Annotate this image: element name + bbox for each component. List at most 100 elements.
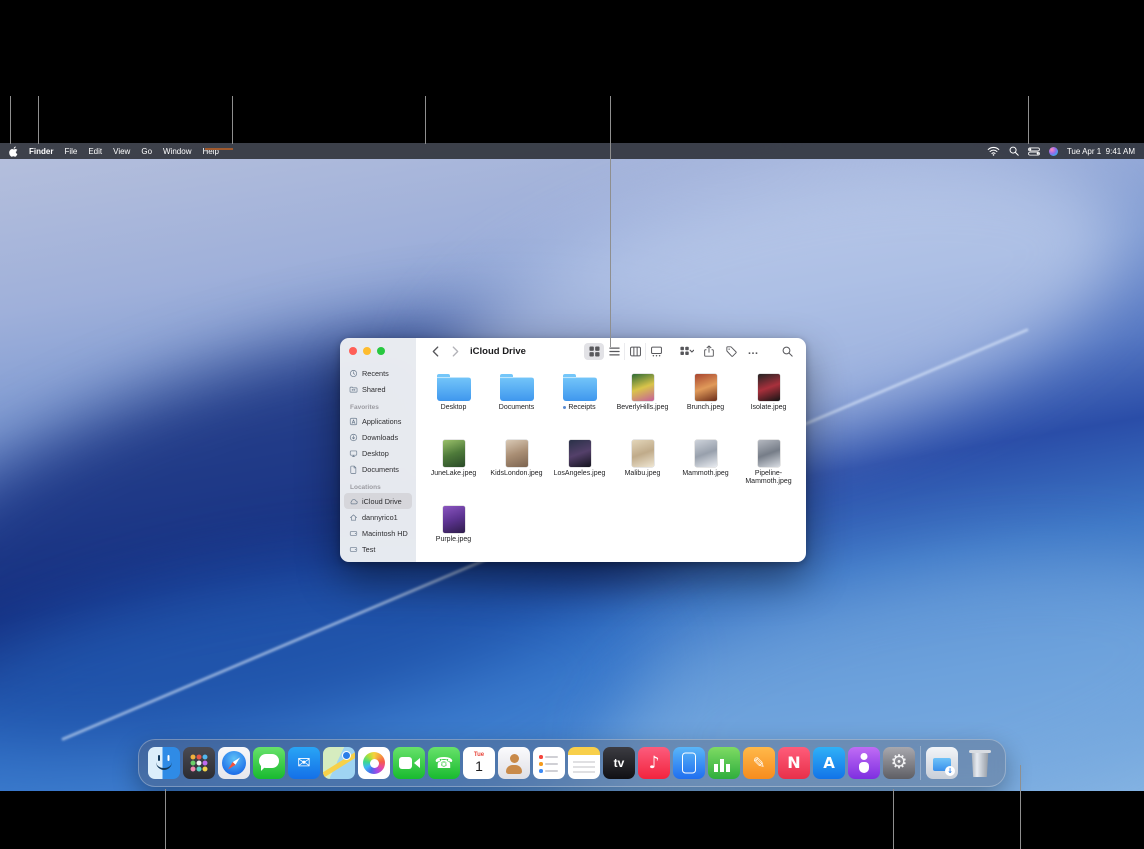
dock-photos-icon[interactable] [358,747,390,779]
menu-bar-clock[interactable]: Tue Apr 1 9:41 AM [1067,147,1135,156]
dock-notes-icon[interactable] [568,747,600,779]
file-losangeles-jpeg[interactable]: LosAngeles.jpeg [548,432,611,498]
sidebar-item-downloads[interactable]: Downloads [344,429,412,445]
dock-music-icon[interactable] [638,747,670,779]
dock-maps-icon[interactable] [323,747,355,779]
sidebar-item-shared[interactable]: Shared [344,381,412,397]
image-thumbnail [632,374,654,401]
spotlight-icon[interactable] [1009,146,1019,156]
menu-view[interactable]: View [113,147,130,156]
tags-icon[interactable] [724,343,738,359]
file-name: Receipts [563,404,595,412]
icon-view-button[interactable] [584,343,604,360]
menu-file[interactable]: File [64,147,77,156]
column-view-button[interactable] [625,343,646,360]
sidebar-item-documents[interactable]: Documents [344,461,412,477]
dock-facetime-icon[interactable] [393,747,425,779]
file-name: Desktop [441,404,467,412]
file-icon [443,437,465,467]
dock-tv-icon[interactable]: tv [603,747,635,779]
siri-icon[interactable] [1049,147,1058,156]
image-thumbnail [443,506,465,533]
dock-trash-icon[interactable] [964,747,996,779]
dock-launchpad-icon[interactable] [183,747,215,779]
file-documents[interactable]: Documents [485,366,548,432]
sidebar-item-label: Test [362,545,375,554]
minimize-button[interactable] [363,347,371,355]
dock-news-icon[interactable] [778,747,810,779]
close-button[interactable] [349,347,357,355]
dock-pages-icon[interactable] [743,747,775,779]
file-pipeline-mammoth-jpeg[interactable]: Pipeline-Mammoth.jpeg [737,432,800,498]
sidebar-item-icloud-drive[interactable]: iCloud Drive [344,493,412,509]
file-name: KidsLondon.jpeg [490,470,542,478]
search-icon[interactable] [780,343,794,359]
list-view-button[interactable] [604,343,625,360]
dock-reminders-icon[interactable] [533,747,565,779]
file-desktop[interactable]: Desktop [422,366,485,432]
file-purple-jpeg[interactable]: Purple.jpeg [422,498,485,562]
wifi-icon[interactable] [987,146,1000,156]
callout-line [425,96,426,144]
file-name: JuneLake.jpeg [431,470,477,478]
apple-menu[interactable] [9,146,18,157]
file-icon [695,371,717,401]
file-mammoth-jpeg[interactable]: Mammoth.jpeg [674,432,737,498]
gallery-view-button[interactable] [646,343,666,360]
sidebar-item-test[interactable]: Test [344,541,412,557]
more-options-icon[interactable] [746,343,760,359]
sidebar-item-label: Downloads [362,433,398,442]
dock-phone-icon[interactable] [428,747,460,779]
menu-finder[interactable]: Finder [29,147,53,156]
dock-finder-icon[interactable] [148,747,180,779]
share-icon[interactable] [702,343,716,359]
image-thumbnail [695,374,717,401]
file-name: Isolate.jpeg [751,404,787,412]
callout-line [1028,96,1029,144]
file-icon [437,371,471,401]
forward-button[interactable] [448,343,462,359]
dock-podcasts-icon[interactable] [848,747,880,779]
dock-numbers-icon[interactable] [708,747,740,779]
file-beverlyhills-jpeg[interactable]: BeverlyHills.jpeg [611,366,674,432]
dock-settings-icon[interactable] [883,747,915,779]
back-button[interactable] [428,343,442,359]
menu-bar-left: FinderFileEditViewGoWindowHelp [0,146,219,157]
image-thumbnail [758,374,780,401]
dock-iphone-mirroring-icon[interactable] [673,747,705,779]
menu-window[interactable]: Window [163,147,191,156]
menu-edit[interactable]: Edit [88,147,102,156]
sidebar-item-label: dannyrico1 [362,513,398,522]
sidebar-item-dannyrico1[interactable]: dannyrico1 [344,509,412,525]
file-icon [758,437,780,467]
menu-go[interactable]: Go [141,147,152,156]
file-isolate-jpeg[interactable]: Isolate.jpeg [737,366,800,432]
file-brunch-jpeg[interactable]: Brunch.jpeg [674,366,737,432]
dock-separator [920,746,921,780]
group-by-button[interactable] [680,343,694,359]
zoom-button[interactable] [377,347,385,355]
file-junelake-jpeg[interactable]: JuneLake.jpeg [422,432,485,498]
dock-calendar-icon[interactable]: Tue1 [463,747,495,779]
sidebar-item-recents[interactable]: Recents [344,365,412,381]
dock-safari-icon[interactable] [218,747,250,779]
dock-contacts-icon[interactable] [498,747,530,779]
file-receipts[interactable]: Receipts [548,366,611,432]
control-center-icon[interactable] [1028,147,1040,156]
sidebar-item-desktop[interactable]: Desktop [344,445,412,461]
file-name: Documents [499,404,534,412]
sidebar-item-macintosh-hd[interactable]: Macintosh HD [344,525,412,541]
file-kidslondon-jpeg[interactable]: KidsLondon.jpeg [485,432,548,498]
file-icon [695,437,717,467]
file-malibu-jpeg[interactable]: Malibu.jpeg [611,432,674,498]
toolbar-actions [680,343,760,359]
sidebar-item-applications[interactable]: Applications [344,413,412,429]
dock-messages-icon[interactable] [253,747,285,779]
dock-app-store-icon[interactable] [813,747,845,779]
dock-downloads-icon[interactable] [926,747,958,779]
callout-line [165,789,166,849]
download-icon [349,433,358,442]
file-icon [632,437,654,467]
image-thumbnail [569,440,591,467]
dock-mail-icon[interactable] [288,747,320,779]
